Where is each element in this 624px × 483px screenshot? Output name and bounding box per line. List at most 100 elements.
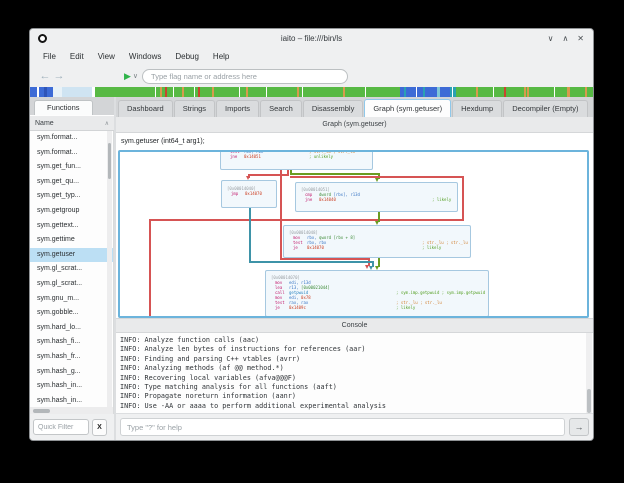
play-debug-icon[interactable]: ▶ xyxy=(124,71,131,82)
functions-dock-header: Functions xyxy=(30,97,114,115)
function-list-item[interactable]: sym.gettime xyxy=(30,233,113,248)
memory-map-segment[interactable] xyxy=(214,87,239,97)
memory-map-segment[interactable] xyxy=(366,87,400,97)
function-list-item[interactable]: sym.gl_scrat... xyxy=(30,277,113,292)
menu-bar: File Edit View Windows Debug Help xyxy=(30,47,593,65)
clear-filter-button[interactable]: X xyxy=(92,419,107,436)
memory-map-segment[interactable] xyxy=(30,87,37,97)
function-list-item[interactable]: sym.gl_scrat... xyxy=(30,262,113,277)
tab-imports[interactable]: Imports xyxy=(216,100,259,117)
function-list-item[interactable]: sym.format... xyxy=(30,131,113,146)
memory-map-segment[interactable] xyxy=(95,87,155,97)
minimize-button[interactable]: ∨ xyxy=(548,34,554,43)
functions-hscrollbar-thumb[interactable] xyxy=(33,409,50,413)
function-list-item[interactable]: sym.get_qu... xyxy=(30,175,113,190)
tab-search[interactable]: Search xyxy=(260,100,302,117)
functions-dock: Functions Name ∧ sym.format...sym.format… xyxy=(30,97,114,440)
menu-windows[interactable]: Windows xyxy=(122,50,168,63)
function-list-item[interactable]: sym.format... xyxy=(30,146,113,161)
console-scrollbar[interactable] xyxy=(586,333,592,413)
basic-block-0x00014051[interactable]: [0x00014051] cmpdword [rbx], r13d jne0x1… xyxy=(295,182,458,212)
memory-map-segment[interactable] xyxy=(506,87,524,97)
memory-map-segment[interactable] xyxy=(406,87,416,97)
graph-canvas[interactable]: testrbx, rbx; str._lu ; str._lu jne0x140… xyxy=(118,150,589,318)
console-log-line: INFO: Use -AA or aaaa to perform additio… xyxy=(120,402,593,411)
console-log-line: INFO: Analyzing methods (af @@ method.*) xyxy=(120,364,593,373)
function-list-item[interactable]: sym.hash_in... xyxy=(30,394,113,407)
menu-view[interactable]: View xyxy=(91,50,122,63)
memory-map-segment[interactable] xyxy=(345,87,365,97)
memory-map-strip[interactable] xyxy=(30,87,593,97)
function-list-item[interactable]: sym.getgroup xyxy=(30,204,113,219)
quick-filter-row: X xyxy=(30,414,114,440)
memory-map-segment[interactable] xyxy=(303,87,343,97)
function-list-item[interactable]: sym.get_fun... xyxy=(30,160,113,175)
functions-list[interactable]: sym.format...sym.format...sym.get_fun...… xyxy=(30,131,114,407)
graph-panel-title: Graph (sym.getuser) xyxy=(116,117,593,133)
menu-file[interactable]: File xyxy=(36,50,63,63)
tab-dashboard[interactable]: Dashboard xyxy=(118,100,173,117)
maximize-button[interactable]: ∧ xyxy=(562,34,568,43)
tab-graph-sym-getuser[interactable]: Graph (sym.getuser) xyxy=(364,99,451,117)
memory-map-segment[interactable] xyxy=(494,87,504,97)
console-log-line: INFO: Type matching analysis for all fun… xyxy=(120,383,593,392)
basic-block-entry[interactable]: testrbx, rbx; str._lu ; str._lu jne0x140… xyxy=(220,150,373,170)
function-list-item[interactable]: sym.gobble... xyxy=(30,306,113,321)
memory-map-segment[interactable] xyxy=(267,87,297,97)
tab-decompiler-empty[interactable]: Decompiler (Empty) xyxy=(503,100,587,117)
toolbar: ← → ▶ ∨ xyxy=(30,65,593,87)
memory-map-segment[interactable] xyxy=(478,87,493,97)
function-list-item[interactable]: sym.get_typ... xyxy=(30,189,113,204)
console-command-input[interactable] xyxy=(120,418,565,436)
menu-help[interactable]: Help xyxy=(206,50,236,63)
memory-map-segment[interactable] xyxy=(174,87,182,97)
console-input-row: → xyxy=(116,413,593,440)
execute-command-button[interactable]: → xyxy=(569,418,589,436)
functions-scrollbar-thumb[interactable] xyxy=(108,143,112,179)
function-list-item[interactable]: sym.hash_fi... xyxy=(30,335,113,350)
function-list-item[interactable]: sym.gettext... xyxy=(30,219,113,234)
function-list-item[interactable]: sym.hard_lo... xyxy=(30,321,113,336)
back-icon[interactable]: ← xyxy=(38,70,52,82)
function-list-item[interactable]: sym.hash_in... xyxy=(30,379,113,394)
memory-map-segment[interactable] xyxy=(200,87,212,97)
memory-map-segment[interactable] xyxy=(53,87,62,97)
console-panel-title: Console xyxy=(116,318,593,333)
memory-map-segment[interactable] xyxy=(440,87,450,97)
tab-disassembly[interactable]: Disassembly xyxy=(303,100,364,117)
function-list-item[interactable]: sym.hash_fr... xyxy=(30,350,113,365)
window-title: iaito – file:///bin/ls xyxy=(30,34,593,43)
functions-hscrollbar[interactable] xyxy=(30,407,114,414)
console-scrollbar-thumb[interactable] xyxy=(587,389,591,413)
console-log[interactable]: INFO: Analyze function calls (aac)INFO: … xyxy=(116,333,593,413)
quick-filter-input[interactable] xyxy=(33,419,89,435)
tab-hexdump[interactable]: Hexdump xyxy=(452,100,502,117)
memory-map-segment[interactable] xyxy=(456,87,476,97)
title-bar[interactable]: iaito – file:///bin/ls ∨ ∧ ✕ xyxy=(30,29,593,47)
tab-functions[interactable]: Functions xyxy=(34,100,93,115)
chevron-down-icon[interactable]: ∨ xyxy=(133,72,138,80)
basic-block-0x00014040[interactable]: [0x00014040] jmp0x14070 xyxy=(221,180,277,208)
close-button[interactable]: ✕ xyxy=(577,34,584,43)
basic-block-0x00014070[interactable]: [0x00014070] movedi, r13d lear13, [0x000… xyxy=(265,270,489,317)
function-list-item[interactable]: sym.gnu_m... xyxy=(30,292,113,307)
function-signature: sym.getuser (int64_t arg1); xyxy=(116,133,593,150)
memory-map-segment[interactable] xyxy=(555,87,567,97)
memory-map-segment[interactable] xyxy=(62,87,92,97)
forward-icon[interactable]: → xyxy=(52,70,66,82)
memory-map-segment[interactable] xyxy=(570,87,585,97)
menu-debug[interactable]: Debug xyxy=(168,50,206,63)
memory-map-segment[interactable] xyxy=(587,87,593,97)
function-list-item[interactable]: sym.hash_g... xyxy=(30,365,113,380)
memory-map-segment[interactable] xyxy=(425,87,437,97)
basic-block-0x00014048[interactable]: [0x00014048] movrbx, qword [rbx + 8] tes… xyxy=(283,225,471,258)
menu-edit[interactable]: Edit xyxy=(63,50,91,63)
tab-strings[interactable]: Strings xyxy=(174,100,215,117)
memory-map-segment[interactable] xyxy=(529,87,554,97)
functions-scrollbar[interactable] xyxy=(107,131,112,407)
function-list-item[interactable]: sym.getuser xyxy=(30,248,113,263)
functions-name-column-header[interactable]: Name ∧ xyxy=(30,115,114,131)
omnibar-search-input[interactable] xyxy=(142,69,348,84)
memory-map-segment[interactable] xyxy=(248,87,266,97)
memory-map-segment[interactable] xyxy=(184,87,194,97)
